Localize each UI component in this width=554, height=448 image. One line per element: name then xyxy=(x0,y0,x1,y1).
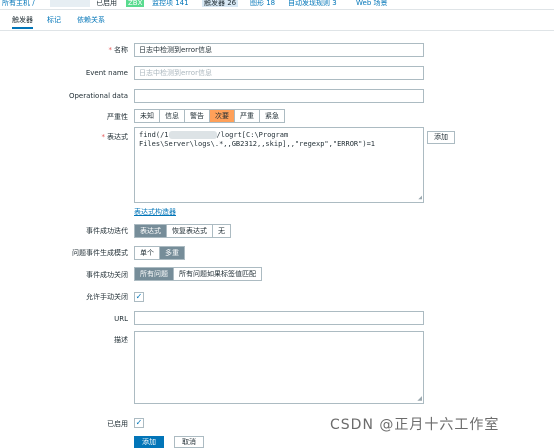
breadcrumb-all-hosts[interactable]: 所有主机 / xyxy=(2,0,35,7)
description-label: 描述 xyxy=(114,336,128,344)
resize-grip-icon[interactable]: ◢ xyxy=(417,396,422,402)
ok-event-expression[interactable]: 表达式 xyxy=(135,225,167,237)
breadcrumb-triggers[interactable]: 触发器 26 xyxy=(202,0,239,7)
ok-event-recovery-expression[interactable]: 恢复表达式 xyxy=(167,225,213,237)
tab-dependencies[interactable]: 依赖关系 xyxy=(77,15,105,25)
severity-high[interactable]: 严重 xyxy=(235,110,260,122)
severity-information[interactable]: 信息 xyxy=(160,110,185,122)
mode-multiple[interactable]: 多重 xyxy=(160,247,184,259)
enabled-checkbox[interactable]: ✓ xyxy=(134,418,144,428)
ok-event-none[interactable]: 无 xyxy=(213,225,230,237)
status-enabled[interactable]: 已启用 xyxy=(96,0,117,7)
breadcrumb-graphs[interactable]: 图形 18 xyxy=(250,0,275,7)
form-tabs: 触发器 标记 依赖关系 xyxy=(0,12,554,31)
description-textarea[interactable]: ◢ xyxy=(134,331,424,404)
severity-warning[interactable]: 警告 xyxy=(185,110,210,122)
tab-trigger[interactable]: 触发器 xyxy=(12,15,33,29)
problem-mode-label: 问题事件生成模式 xyxy=(72,249,128,257)
breadcrumb-items[interactable]: 监控项 141 xyxy=(152,0,189,7)
top-navigation-bar: 所有主机 / 已启用 ZBX 监控项 141 触发器 26 图形 18 自动发现… xyxy=(0,0,554,10)
expression-constructor-link[interactable]: 表达式构造器 xyxy=(134,207,176,217)
enabled-label: 已启用 xyxy=(107,420,128,428)
url-label: URL xyxy=(114,315,128,323)
ok-event-generation-selector: 表达式 恢复表达式 无 xyxy=(134,224,231,238)
event-name-input[interactable]: 日志中检测到error信息 xyxy=(134,66,424,80)
severity-not-classified[interactable]: 未知 xyxy=(135,110,160,122)
tab-tags[interactable]: 标记 xyxy=(47,15,61,25)
add-expression-button[interactable]: 添加 xyxy=(427,131,455,144)
watermark: CSDN @正月十六工作室 xyxy=(330,417,500,433)
expression-label: * 表达式 xyxy=(101,133,129,141)
ok-event-generation-label: 事件成功迭代 xyxy=(86,227,128,235)
severity-label: 严重性 xyxy=(107,113,128,121)
ok-close-all-problems[interactable]: 所有问题 xyxy=(135,268,174,280)
manual-close-checkbox[interactable]: ✓ xyxy=(134,292,144,302)
ok-close-label: 事件成功关闭 xyxy=(86,271,128,279)
resize-grip-icon[interactable]: ◢ xyxy=(418,195,422,201)
operational-data-input[interactable] xyxy=(134,89,424,103)
host-name-redacted xyxy=(50,0,90,7)
event-name-label: Event name xyxy=(85,69,128,77)
ok-close-selector: 所有问题 所有问题如果标签值匹配 xyxy=(134,267,262,281)
ok-close-tag-match[interactable]: 所有问题如果标签值匹配 xyxy=(174,268,261,280)
expression-textarea[interactable]: find(/1/logrt[C:\Program Files\Server\lo… xyxy=(134,127,424,203)
name-label: * 名称 xyxy=(108,46,129,54)
severity-selector: 未知 信息 警告 次要 严重 紧急 xyxy=(134,109,285,123)
submit-add-button[interactable]: 添加 xyxy=(134,436,164,448)
mode-single[interactable]: 单个 xyxy=(135,247,160,259)
severity-average[interactable]: 次要 xyxy=(210,110,235,122)
name-input[interactable]: 日志中检测到error信息 xyxy=(134,43,424,57)
severity-disaster[interactable]: 紧急 xyxy=(260,110,284,122)
manual-close-label: 允许手动关闭 xyxy=(86,293,128,301)
breadcrumb-web[interactable]: Web 场景 xyxy=(356,0,388,7)
redacted-host xyxy=(168,131,217,139)
problem-mode-selector: 单个 多重 xyxy=(134,246,185,260)
operational-data-label: Operational data xyxy=(68,92,128,100)
breadcrumb-discovery[interactable]: 自动发现规则 3 xyxy=(288,0,337,7)
zbx-badge: ZBX xyxy=(126,0,145,7)
cancel-button[interactable]: 取消 xyxy=(174,436,204,448)
url-input[interactable] xyxy=(134,311,424,325)
